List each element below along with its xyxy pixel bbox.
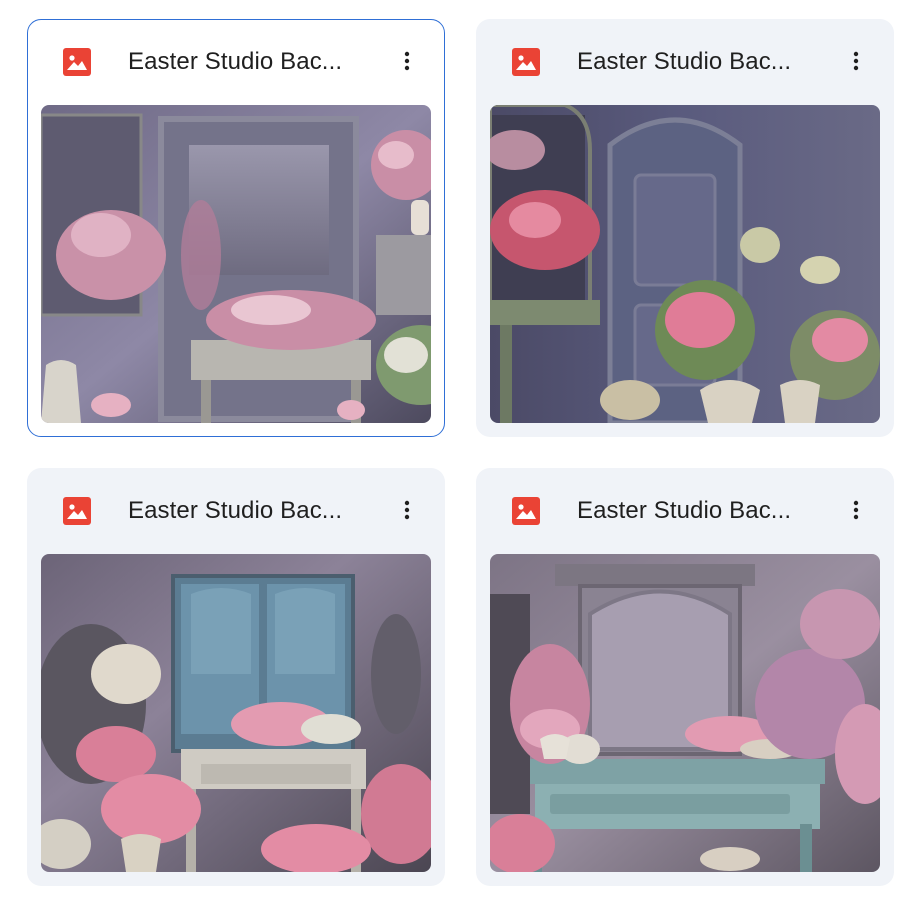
more-vert-icon	[404, 500, 410, 520]
file-name: Easter Studio Bac...	[577, 48, 792, 75]
file-card[interactable]: Easter Studio Bac...	[27, 468, 445, 886]
image-file-icon	[63, 48, 91, 76]
more-vert-icon	[853, 51, 859, 71]
file-name: Easter Studio Bac...	[577, 497, 792, 524]
file-card[interactable]: Easter Studio Bac...	[476, 468, 894, 886]
file-thumbnail[interactable]	[490, 105, 880, 423]
file-name: Easter Studio Bac...	[128, 48, 343, 75]
more-options-button[interactable]	[387, 490, 427, 530]
file-thumbnail[interactable]	[41, 105, 431, 423]
file-thumbnail[interactable]	[41, 554, 431, 872]
file-thumbnail[interactable]	[490, 554, 880, 872]
image-file-icon	[512, 48, 540, 76]
image-file-icon	[63, 497, 91, 525]
file-card-header: Easter Studio Bac...	[28, 20, 444, 104]
more-options-button[interactable]	[387, 41, 427, 81]
file-name: Easter Studio Bac...	[128, 497, 343, 524]
file-card-header: Easter Studio Bac...	[476, 19, 894, 103]
file-card-header: Easter Studio Bac...	[27, 468, 445, 552]
file-card-header: Easter Studio Bac...	[476, 468, 894, 552]
more-vert-icon	[404, 51, 410, 71]
file-card[interactable]: Easter Studio Bac...	[27, 19, 445, 437]
file-card[interactable]: Easter Studio Bac...	[476, 19, 894, 437]
more-options-button[interactable]	[836, 41, 876, 81]
image-file-icon	[512, 497, 540, 525]
more-options-button[interactable]	[836, 490, 876, 530]
more-vert-icon	[853, 500, 859, 520]
